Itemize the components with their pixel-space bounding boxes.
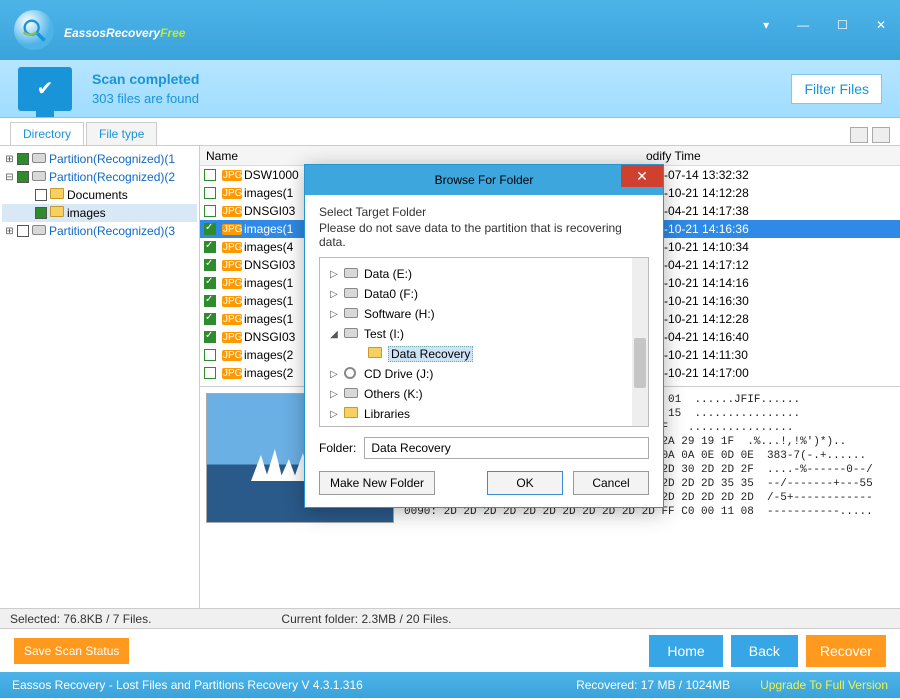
checkbox[interactable] — [204, 205, 216, 217]
tab-bar: Directory File type — [0, 118, 900, 146]
folder-tree-item[interactable]: ▷Others (K:) — [324, 384, 644, 404]
tree-item[interactable]: ⊟Partition(Recognized)(2 — [2, 168, 197, 186]
drive-icon — [344, 287, 360, 301]
jpg-icon: JPG — [222, 206, 242, 217]
jpg-icon: JPG — [222, 368, 242, 379]
directory-tree[interactable]: ⊞Partition(Recognized)(1⊟Partition(Recog… — [0, 146, 200, 608]
checkbox[interactable] — [204, 187, 216, 199]
dialog-warning: Please do not save data to the partition… — [319, 221, 649, 249]
jpg-icon: JPG — [222, 224, 242, 235]
app-title: EassosRecoveryFree — [64, 17, 185, 43]
folder-icon — [344, 407, 360, 421]
dialog-title: Browse For Folder ✕ — [305, 165, 663, 195]
tab-filetype[interactable]: File type — [86, 122, 157, 145]
checkbox[interactable] — [204, 331, 216, 343]
action-bar: Save Scan Status Home Back Recover — [0, 628, 900, 672]
back-button[interactable]: Back — [731, 635, 798, 667]
drive-icon — [344, 267, 360, 281]
column-name[interactable]: Name — [200, 149, 640, 163]
folder-icon — [49, 206, 65, 220]
footer-recovered: Recovered: 17 MB / 1024MB — [576, 678, 730, 692]
jpg-icon: JPG — [222, 260, 242, 271]
footer: Eassos Recovery - Lost Files and Partiti… — [0, 672, 900, 698]
folder-tree-item[interactable]: ▷Data (E:) — [324, 264, 644, 284]
folder-input[interactable] — [364, 437, 649, 459]
close-icon[interactable]: ✕ — [876, 18, 886, 32]
checkbox[interactable] — [204, 259, 216, 271]
folder-tree-item[interactable]: ◢Test (I:) — [324, 324, 644, 344]
folder-label: Folder: — [319, 441, 356, 455]
cancel-button[interactable]: Cancel — [573, 471, 649, 495]
checkbox[interactable] — [204, 295, 216, 307]
recover-button[interactable]: Recover — [806, 635, 886, 667]
tree-item[interactable]: ⊞Partition(Recognized)(1 — [2, 150, 197, 168]
filter-files-button[interactable]: Filter Files — [791, 74, 882, 104]
status-selected: Selected: 76.8KB / 7 Files. — [10, 612, 151, 626]
options-icon[interactable]: ▾ — [763, 18, 769, 32]
browse-folder-dialog: Browse For Folder ✕ Select Target Folder… — [304, 164, 664, 508]
scrollbar[interactable] — [632, 258, 648, 426]
footer-version: Eassos Recovery - Lost Files and Partiti… — [12, 678, 363, 692]
home-button[interactable]: Home — [649, 635, 722, 667]
tab-directory[interactable]: Directory — [10, 122, 84, 145]
jpg-icon: JPG — [222, 332, 242, 343]
checkbox[interactable] — [204, 367, 216, 379]
drive-icon — [31, 152, 47, 166]
checkbox[interactable] — [204, 277, 216, 289]
drive-icon — [344, 307, 360, 321]
scan-status-title: Scan completed — [92, 71, 199, 87]
checkbox[interactable] — [204, 169, 216, 181]
jpg-icon: JPG — [222, 296, 242, 307]
checkbox[interactable] — [204, 313, 216, 325]
tree-item[interactable]: Documents — [2, 186, 197, 204]
folder-icon — [49, 188, 65, 202]
column-modify-time[interactable]: odify Time — [640, 149, 900, 163]
checkbox[interactable] — [204, 241, 216, 253]
jpg-icon: JPG — [222, 242, 242, 253]
folder-tree-item[interactable]: Data Recovery — [324, 344, 644, 364]
folder-icon — [368, 347, 384, 361]
status-banner: ✔ Scan completed 303 files are found Fil… — [0, 60, 900, 118]
jpg-icon: JPG — [222, 278, 242, 289]
jpg-icon: JPG — [222, 188, 242, 199]
dialog-hint: Select Target Folder — [319, 205, 649, 219]
tree-item[interactable]: ⊞Partition(Recognized)(3 — [2, 222, 197, 240]
checkbox[interactable] — [204, 349, 216, 361]
app-logo — [14, 10, 54, 50]
checkbox[interactable] — [204, 223, 216, 235]
drive-icon — [344, 387, 360, 401]
make-new-folder-button[interactable]: Make New Folder — [319, 471, 435, 495]
maximize-icon[interactable]: ☐ — [837, 18, 848, 32]
scan-status-subtitle: 303 files are found — [92, 91, 199, 106]
file-list-header: Name odify Time — [200, 146, 900, 166]
drive-icon — [31, 170, 47, 184]
status-bar: Selected: 76.8KB / 7 Files. Current fold… — [0, 608, 900, 628]
drive-icon — [344, 327, 360, 341]
jpg-icon: JPG — [222, 170, 242, 181]
folder-tree-item[interactable]: ▷Data0 (F:) — [324, 284, 644, 304]
folder-tree-item[interactable]: ▷CD Drive (J:) — [324, 364, 644, 384]
drive-icon — [31, 224, 47, 238]
tree-item[interactable]: images — [2, 204, 197, 222]
jpg-icon: JPG — [222, 314, 242, 325]
folder-tree-item[interactable]: ▷Libraries — [324, 404, 644, 424]
jpg-icon: JPG — [222, 350, 242, 361]
cd-icon — [344, 367, 360, 382]
view-list-button[interactable] — [872, 127, 890, 143]
minimize-icon[interactable]: — — [797, 18, 809, 32]
titlebar: EassosRecoveryFree ▾ — ☐ ✕ — [0, 0, 900, 60]
folder-tree-item[interactable]: ▷Software (H:) — [324, 304, 644, 324]
monitor-icon: ✔ — [18, 67, 72, 111]
ok-button[interactable]: OK — [487, 471, 563, 495]
save-scan-status-button[interactable]: Save Scan Status — [14, 638, 129, 664]
upgrade-link[interactable]: Upgrade To Full Version — [760, 678, 888, 692]
status-current-folder: Current folder: 2.3MB / 20 Files. — [281, 612, 451, 626]
view-icons-button[interactable] — [850, 127, 868, 143]
folder-tree[interactable]: ▷Data (E:)▷Data0 (F:)▷Software (H:)◢Test… — [319, 257, 649, 427]
dialog-close-button[interactable]: ✕ — [621, 165, 663, 187]
